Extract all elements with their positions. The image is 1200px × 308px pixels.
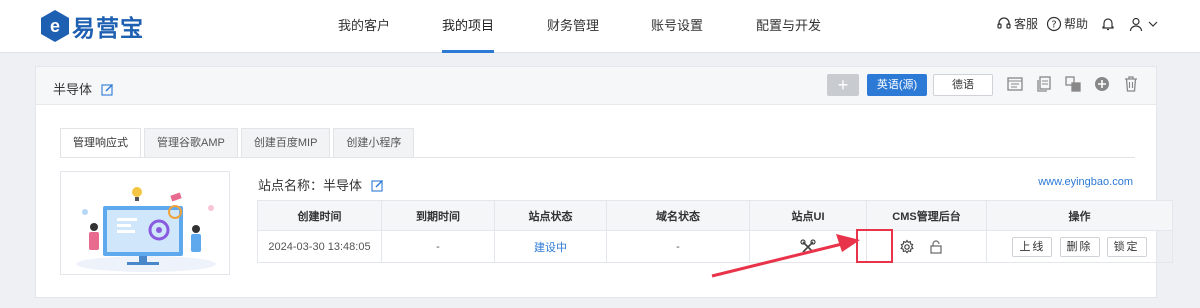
delete-button[interactable]: 删除 <box>1059 236 1100 257</box>
top-right-tools: 客服 ? 帮助 <box>996 15 1158 32</box>
lang-english-source-button[interactable]: 英语(源) <box>867 74 927 96</box>
site-tabs: 管理响应式 管理谷歌AMP 创建百度MIP 创建小程序 <box>60 128 417 158</box>
edit-icon[interactable] <box>101 83 114 96</box>
copy-icon[interactable] <box>1035 75 1053 93</box>
site-name: 站点名称：半导体 <box>258 175 384 194</box>
lock-button[interactable]: 锁定 <box>1106 236 1147 257</box>
headset-icon <box>997 16 1011 29</box>
project-title: 半导体 <box>53 79 114 98</box>
nav-config-dev[interactable]: 配置与开发 <box>756 0 821 53</box>
unlock-icon[interactable] <box>928 239 944 255</box>
svg-text:e: e <box>50 16 60 36</box>
user-icon[interactable] <box>1128 16 1144 32</box>
add-language-button[interactable]: + <box>827 74 859 96</box>
service-link[interactable]: 客服 <box>996 15 1038 32</box>
site-url-link[interactable]: www.eyingbao.com <box>1038 176 1133 188</box>
col-domain-status: 域名状态 <box>606 200 750 231</box>
project-header: 半导体 + 英语(源) 德语 <box>36 67 1156 105</box>
nav-my-projects[interactable]: 我的项目 <box>442 0 495 53</box>
lang-german-button[interactable]: 德语 <box>933 74 993 96</box>
site-thumbnail[interactable] <box>60 171 230 275</box>
project-panel: 半导体 + 英语(源) 德语 管理响应式 管理谷歌AMP 创建百度MIP 创建小… <box>35 66 1173 298</box>
help-label: 帮助 <box>1063 17 1088 31</box>
tab-manage-google-amp[interactable]: 管理谷歌AMP <box>144 128 238 158</box>
nav-finance[interactable]: 财务管理 <box>547 0 599 53</box>
top-navbar: e 易营宝 我的客户 我的项目 财务管理 账号设置 配置与开发 客服 ? 帮助 <box>0 0 1200 53</box>
table-row: 2024-03-30 13:48:05 - 建设中 - 上线 删除 锁定 <box>257 230 1173 263</box>
cms-settings-gear-icon[interactable] <box>899 239 915 255</box>
bell-icon[interactable] <box>1100 16 1116 32</box>
folder-icon[interactable] <box>1006 75 1024 93</box>
col-created-time: 创建时间 <box>257 200 382 231</box>
project-title-text: 半导体 <box>53 82 93 97</box>
col-actions: 操作 <box>986 200 1173 231</box>
col-site-status: 站点状态 <box>494 200 607 231</box>
site-status-cell: 建设中 <box>494 230 607 263</box>
col-cms-admin: CMS管理后台 <box>866 200 987 231</box>
site-name-text: 站点名称：半导体 <box>258 178 363 193</box>
logo[interactable]: e 易营宝 <box>40 9 144 43</box>
trash-icon[interactable] <box>1122 75 1140 93</box>
site-name-edit-icon[interactable] <box>371 179 384 192</box>
nav-account-settings[interactable]: 账号设置 <box>651 0 703 53</box>
service-label: 客服 <box>1013 17 1038 31</box>
site-status-link[interactable]: 建设中 <box>534 242 567 254</box>
nav-my-customers[interactable]: 我的客户 <box>338 0 390 53</box>
globe-icon[interactable] <box>1093 75 1111 93</box>
created-time-cell: 2024-03-30 13:48:05 <box>257 230 382 263</box>
site-ui-cell <box>749 230 867 263</box>
tab-create-mini-program[interactable]: 创建小程序 <box>333 128 415 158</box>
domain-status-cell: - <box>606 230 750 263</box>
help-icon: ? <box>1046 16 1062 31</box>
cms-highlight-box <box>856 229 893 263</box>
help-link[interactable]: ? 帮助 <box>1046 15 1088 32</box>
site-table: 创建时间 到期时间 站点状态 域名状态 站点UI CMS管理后台 操作 2024… <box>257 200 1173 263</box>
tools-icon[interactable] <box>800 238 816 255</box>
expire-time-cell: - <box>381 230 495 263</box>
transfer-icon[interactable] <box>1064 75 1082 93</box>
logo-hex-icon: e <box>41 10 69 42</box>
table-header-row: 创建时间 到期时间 站点状态 域名状态 站点UI CMS管理后台 操作 <box>257 200 1173 231</box>
logo-text: 易营宝 <box>72 15 144 41</box>
svg-text:?: ? <box>1051 19 1056 30</box>
col-site-ui: 站点UI <box>749 200 867 231</box>
site-illustration <box>76 187 216 272</box>
actions-cell: 上线 删除 锁定 <box>986 230 1173 263</box>
tab-create-baidu-mip[interactable]: 创建百度MIP <box>240 128 331 158</box>
chevron-down-icon[interactable] <box>1148 19 1158 29</box>
col-expire-time: 到期时间 <box>381 200 495 231</box>
tab-divider <box>60 157 1135 158</box>
tab-manage-responsive[interactable]: 管理响应式 <box>60 128 141 158</box>
publish-button[interactable]: 上线 <box>1012 236 1053 257</box>
